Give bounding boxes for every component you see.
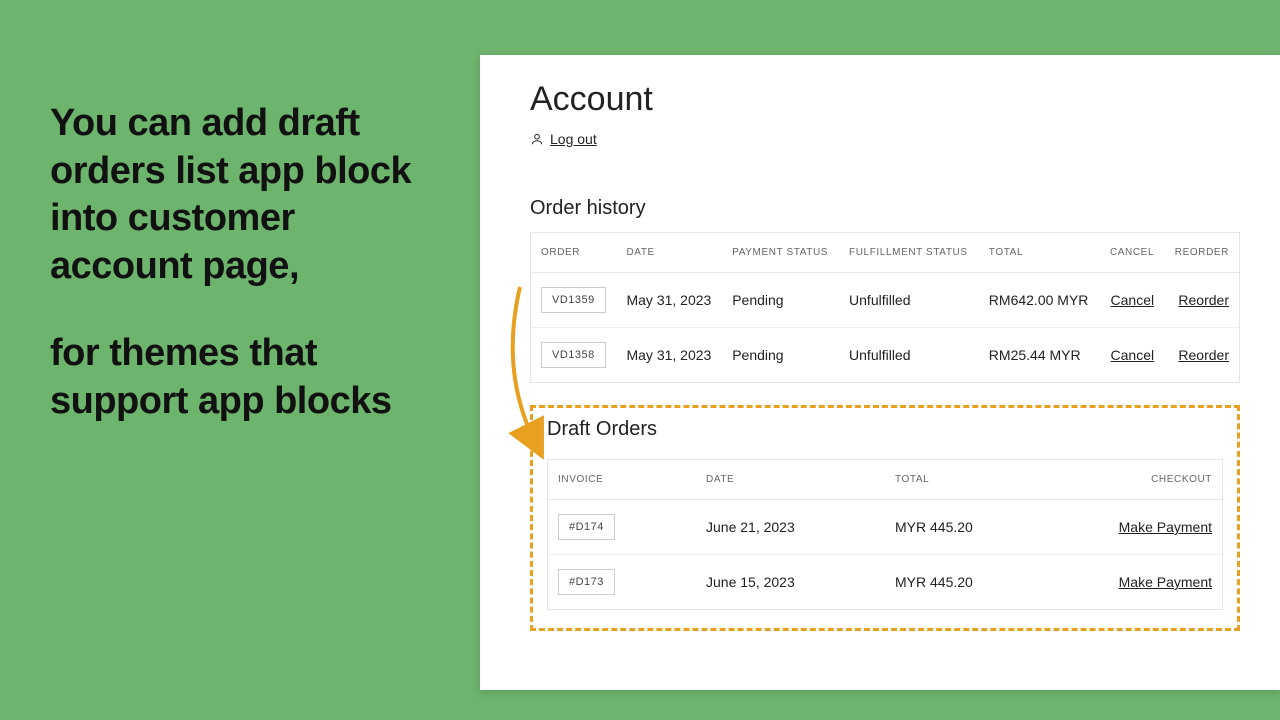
logout-row: Log out	[530, 131, 1240, 147]
cell-total: MYR 445.20	[885, 555, 1074, 610]
promo-line2: for themes that support app blocks	[50, 330, 430, 425]
cell-date: May 31, 2023	[616, 273, 722, 328]
draft-orders-table: INVOICE DATE TOTAL CHECKOUT #D174 June 2…	[547, 459, 1223, 610]
user-icon	[530, 132, 544, 146]
cell-payment: Pending	[722, 328, 839, 383]
table-row: VD1359 May 31, 2023 Pending Unfulfilled …	[531, 273, 1240, 328]
invoice-badge[interactable]: #D174	[558, 514, 615, 540]
col-payment: PAYMENT STATUS	[722, 233, 839, 273]
col-total: TOTAL	[979, 233, 1100, 273]
col-cancel: CANCEL	[1099, 233, 1164, 273]
order-history-title: Order history	[530, 197, 1240, 220]
invoice-badge[interactable]: #D173	[558, 569, 615, 595]
col-total: TOTAL	[885, 460, 1074, 500]
reorder-link[interactable]: Reorder	[1178, 292, 1229, 308]
col-checkout: CHECKOUT	[1074, 460, 1223, 500]
cancel-link[interactable]: Cancel	[1111, 347, 1155, 363]
col-reorder: REORDER	[1164, 233, 1239, 273]
promo-line1: You can add draft orders list app block …	[50, 100, 430, 290]
table-row: #D174 June 21, 2023 MYR 445.20 Make Paym…	[548, 500, 1223, 555]
order-badge[interactable]: VD1358	[541, 342, 606, 368]
logout-link[interactable]: Log out	[550, 131, 597, 147]
table-row: VD1358 May 31, 2023 Pending Unfulfilled …	[531, 328, 1240, 383]
promo-text: You can add draft orders list app block …	[50, 100, 430, 425]
col-date: DATE	[616, 233, 722, 273]
draft-orders-section: Draft Orders INVOICE DATE TOTAL CHECKOUT…	[530, 405, 1240, 631]
col-fulfillment: FULFILLMENT STATUS	[839, 233, 979, 273]
cell-date: June 15, 2023	[696, 555, 885, 610]
order-history-table: ORDER DATE PAYMENT STATUS FULFILLMENT ST…	[530, 232, 1240, 383]
account-panel: Account Log out Order history ORDER DATE…	[480, 55, 1280, 690]
col-order: ORDER	[531, 233, 617, 273]
cell-date: June 21, 2023	[696, 500, 885, 555]
cell-payment: Pending	[722, 273, 839, 328]
col-invoice: INVOICE	[548, 460, 697, 500]
draft-orders-title: Draft Orders	[547, 418, 1223, 441]
col-date: DATE	[696, 460, 885, 500]
order-badge[interactable]: VD1359	[541, 287, 606, 313]
cancel-link[interactable]: Cancel	[1111, 292, 1155, 308]
cell-date: May 31, 2023	[616, 328, 722, 383]
cell-fulfillment: Unfulfilled	[839, 273, 979, 328]
make-payment-link[interactable]: Make Payment	[1119, 574, 1212, 590]
make-payment-link[interactable]: Make Payment	[1119, 519, 1212, 535]
table-row: #D173 June 15, 2023 MYR 445.20 Make Paym…	[548, 555, 1223, 610]
cell-total: RM25.44 MYR	[979, 328, 1100, 383]
page-title: Account	[530, 80, 1240, 119]
cell-total: RM642.00 MYR	[979, 273, 1100, 328]
cell-total: MYR 445.20	[885, 500, 1074, 555]
reorder-link[interactable]: Reorder	[1178, 347, 1229, 363]
cell-fulfillment: Unfulfilled	[839, 328, 979, 383]
